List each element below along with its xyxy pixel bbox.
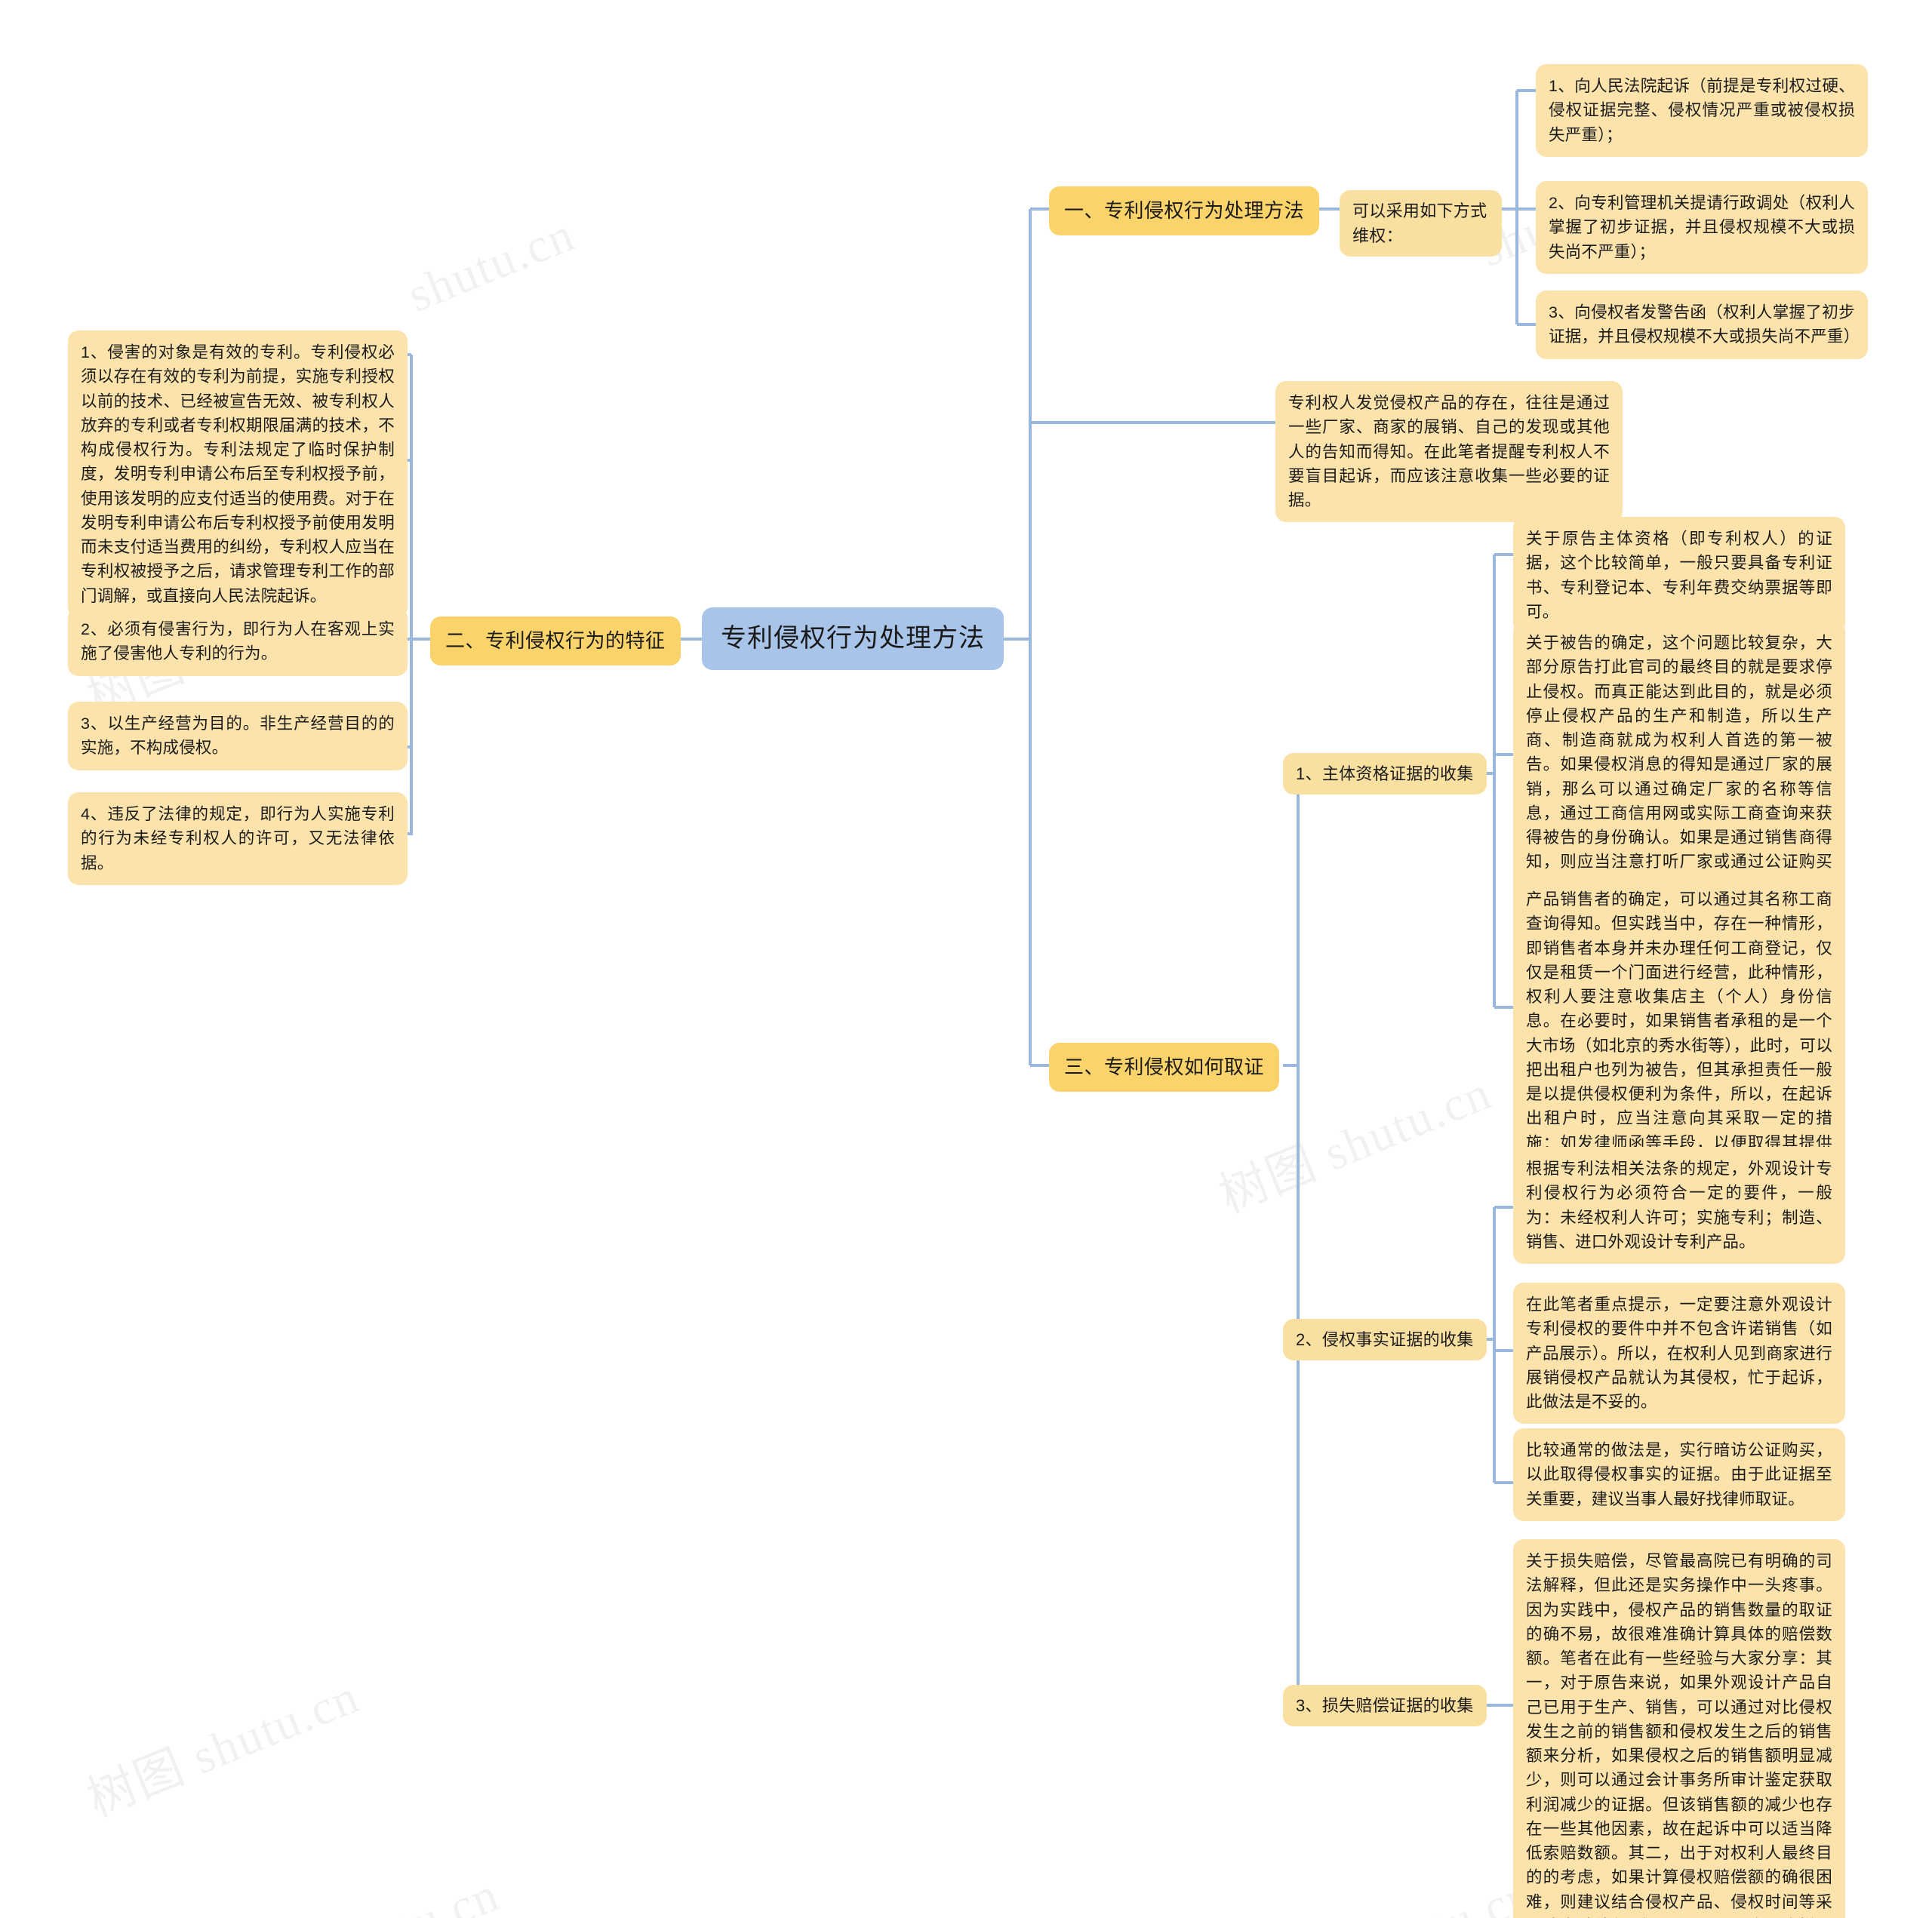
leaf-method-3[interactable]: 3、向侵权者发警告函（权利人掌握了初步证据，并且侵权规模不大或损失尚不严重） (1536, 290, 1868, 359)
leaf-evidence-awareness-note[interactable]: 专利权人发觉侵权产品的存在，往往是通过一些厂家、商家的展销、自己的发现或其他人的… (1275, 381, 1623, 523)
mindmap-canvas: shutu.cn shutu.cn 树图 shutu.cn 树图 shutu.c… (0, 0, 1932, 1918)
leaf-characteristic-4[interactable]: 4、违反了法律的规定，即行为人实施专利的行为未经专利权人的许可，又无法律依据。 (68, 792, 408, 885)
watermark: 树图 shutu.cn (79, 1669, 367, 1827)
watermark: shutu.cn (400, 207, 583, 322)
topic-node-characteristics[interactable]: 二、专利侵权行为的特征 (430, 616, 681, 665)
leaf-fact-evidence-1[interactable]: 根据专利法相关法条的规定，外观设计专利侵权行为必须符合一定的要件，一般为：未经权… (1513, 1147, 1845, 1264)
leaf-method-2[interactable]: 2、向专利管理机关提请行政调处（权利人掌握了初步证据，并且侵权规模不大或损失尚不… (1536, 181, 1868, 274)
leaf-damages-evidence-1[interactable]: 关于损失赔偿，尽管最高院已有明确的司法解释，但此还是实务操作中一头疼事。因为实践… (1513, 1539, 1845, 1918)
sub-node-infringement-fact-evidence[interactable]: 2、侵权事实证据的收集 (1283, 1319, 1487, 1360)
watermark: shutu.cn (325, 1866, 507, 1918)
sub-node-damages-evidence[interactable]: 3、损失赔偿证据的收集 (1283, 1685, 1487, 1726)
leaf-fact-evidence-3[interactable]: 比较通常的做法是，实行暗访公证购买，以此取得侵权事实的证据。由于此证据至关重要，… (1513, 1428, 1845, 1521)
leaf-fact-evidence-2[interactable]: 在此笔者重点提示，一定要注意外观设计专利侵权的要件中并不包含许诺销售（如产品展示… (1513, 1283, 1845, 1425)
root-node[interactable]: 专利侵权行为处理方法 (702, 607, 1004, 670)
leaf-subject-evidence-3[interactable]: 产品销售者的确定，可以通过其名称工商查询得知。但实践当中，存在一种情形，即销售者… (1513, 878, 1845, 1189)
leaf-method-1[interactable]: 1、向人民法院起诉（前提是专利权过硬、侵权证据完整、侵权情况严重或被侵权损失严重… (1536, 64, 1868, 157)
leaf-characteristic-3[interactable]: 3、以生产经营为目的。非生产经营目的的实施，不构成侵权。 (68, 702, 408, 770)
sub-node-rights-protection-methods[interactable]: 可以采用如下方式维权： (1340, 190, 1502, 257)
leaf-characteristic-2[interactable]: 2、必须有侵害行为，即行为人在客观上实施了侵害他人专利的行为。 (68, 607, 408, 676)
leaf-characteristic-1[interactable]: 1、侵害的对象是有效的专利。专利侵权必须以存在有效的专利为前提，实施专利授权以前… (68, 330, 408, 618)
leaf-subject-evidence-1[interactable]: 关于原告主体资格（即专利权人）的证据，这个比较简单，一般只要具备专利证书、专利登… (1513, 517, 1845, 634)
sub-node-subject-qualification-evidence[interactable]: 1、主体资格证据的收集 (1283, 753, 1487, 795)
topic-node-handling-methods[interactable]: 一、专利侵权行为处理方法 (1049, 186, 1320, 235)
topic-node-evidence-collection[interactable]: 三、专利侵权如何取证 (1049, 1043, 1280, 1092)
